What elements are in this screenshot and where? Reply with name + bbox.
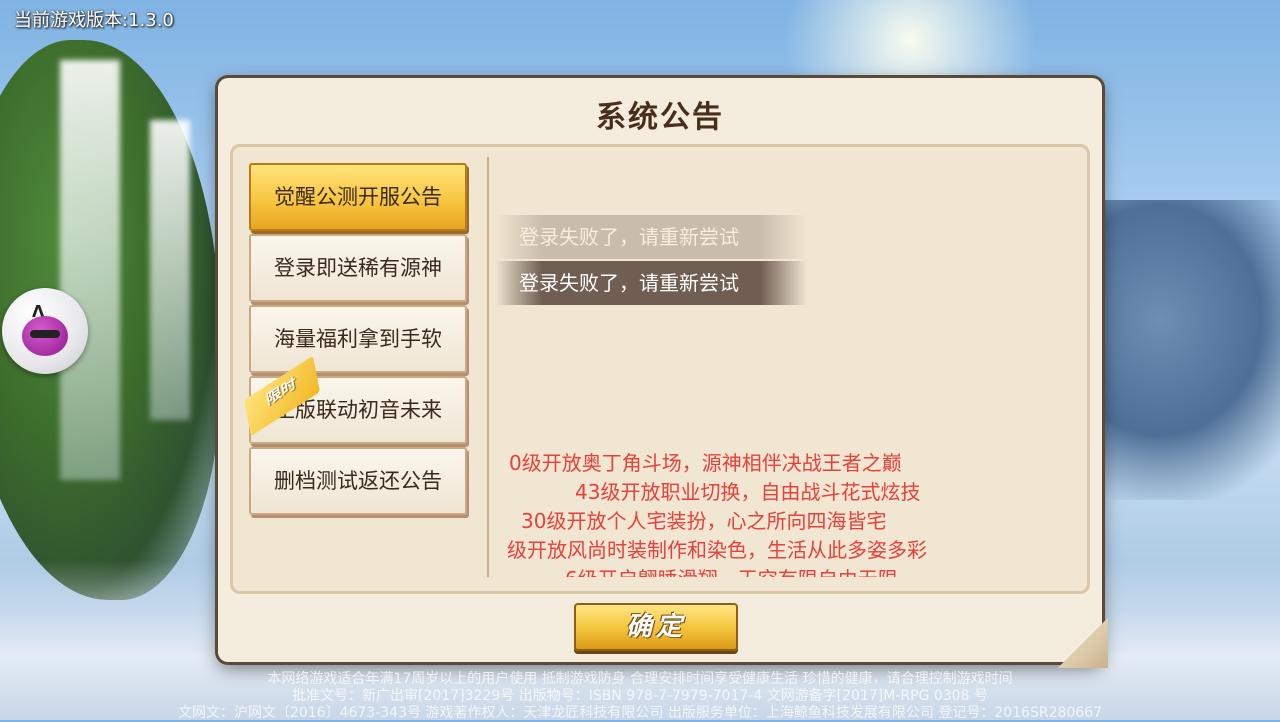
news-line: 30级开放个人宅装扮，心之所向四海皆宅	[521, 509, 887, 533]
tab-label: 海量福利拿到手软	[274, 327, 442, 351]
page-curl-decoration	[1058, 618, 1108, 668]
dialog-title: 系统公告	[596, 100, 724, 135]
footer-line: 文网文：沪网文〔2016〕4673-343号 游戏著作权人：天津龙匠科技有限公司…	[177, 705, 1103, 721]
mascot-icon	[22, 316, 68, 356]
tab-label: 删档测试返还公告	[274, 469, 442, 493]
mascot-float-button[interactable]: ᐱ	[2, 288, 88, 374]
tab-awakening-open-beta[interactable]: 觉醒公测开服公告	[249, 163, 467, 231]
game-version-label: 当前游戏版本:1.3.0	[14, 10, 174, 31]
background-waterfall	[150, 120, 190, 420]
mascot-eyes	[30, 330, 60, 338]
tab-login-gift[interactable]: 登录即送稀有源神	[249, 234, 467, 302]
news-line: 级开放风尚时装制作和染色，生活从此多姿多彩	[507, 538, 927, 562]
background-waterfall	[60, 60, 120, 480]
announcement-content: 0级开放奥丁角斗场，源神相伴决战王者之巅 43级开放职业切换，自由战斗花式炫技 …	[495, 447, 1075, 577]
tab-miku-collab[interactable]: 正版联动初音未来 限时	[244, 355, 467, 444]
tab-test-refund[interactable]: 删档测试返还公告	[249, 447, 467, 515]
news-line: 6级开启翱睡滑翔，天空有限自由无限	[565, 563, 898, 577]
login-failed-toast: 登录失败了，请重新尝试	[495, 261, 807, 305]
confirm-button[interactable]: 确定	[574, 603, 738, 651]
news-line: 43级开放职业切换，自由战斗花式炫技	[575, 480, 921, 504]
panel-divider	[487, 157, 489, 577]
tab-welfare[interactable]: 海量福利拿到手软	[249, 305, 467, 373]
login-failed-toast: 登录失败了，请重新尝试	[495, 215, 807, 259]
news-line: 0级开放奥丁角斗场，源神相伴决战王者之巅	[509, 451, 902, 475]
system-announcement-dialog: 系统公告 觉醒公测开服公告 登录即送稀有源神 海量福利拿到手软 正版联动初音未来…	[218, 78, 1108, 668]
announcement-panel: 觉醒公测开服公告 登录即送稀有源神 海量福利拿到手软 正版联动初音未来 限时 删…	[230, 144, 1090, 594]
tab-label: 登录即送稀有源神	[274, 256, 442, 280]
tab-label: 觉醒公测开服公告	[274, 185, 442, 209]
